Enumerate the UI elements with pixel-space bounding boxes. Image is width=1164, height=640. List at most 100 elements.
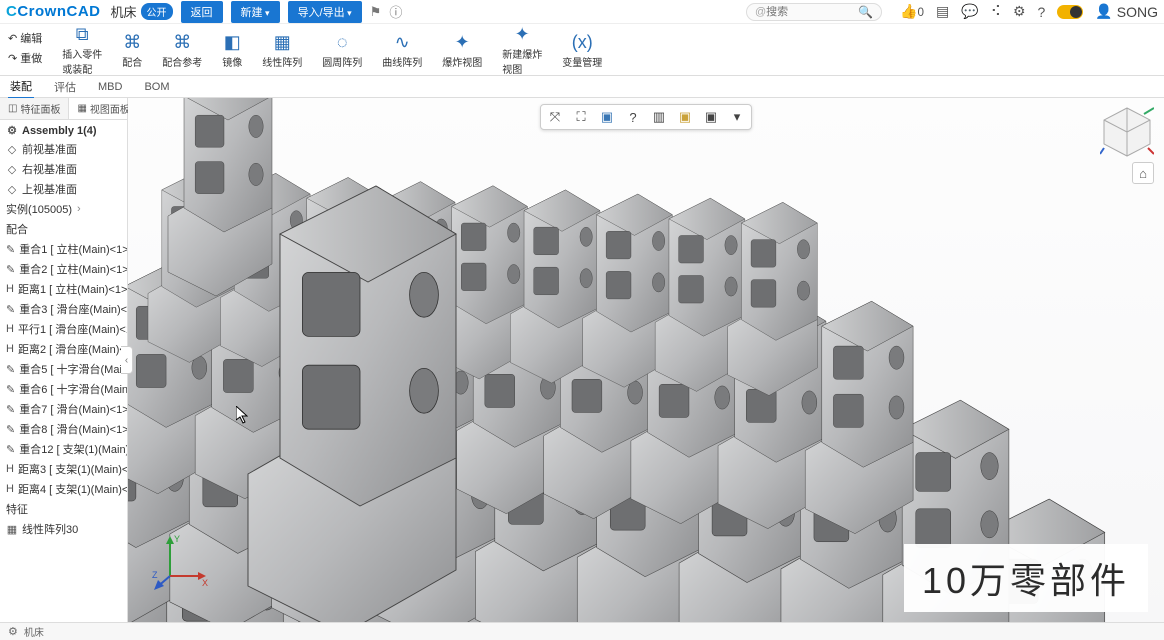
at-icon: @	[755, 6, 766, 18]
ribbon-cmd-1[interactable]: ⌘配合	[112, 26, 152, 74]
ribbon-cmd-6[interactable]: ∿曲线阵列	[372, 26, 432, 74]
viewport-3d[interactable]: ⤧⛶▣?▥▣▣▾ ⌂ Y X Z 10万零部件	[128, 98, 1164, 622]
ribbon-undo-redo: ↶编辑 ↷重做	[8, 26, 42, 66]
mate-icon: H	[6, 323, 14, 335]
viewbar-btn-5[interactable]: ▣	[675, 107, 695, 127]
ribbon-cmd-label: 线性阵列	[262, 54, 302, 69]
tree-mate[interactable]: H距离4 [ 支架(1)(Main)<...	[0, 479, 127, 499]
tree-mate[interactable]: ✎重合5 [ 十字滑台(Main)...	[0, 359, 127, 379]
import-export-button[interactable]: 导入/导出	[288, 1, 362, 23]
ribbon-cmd-icon: ⌘	[173, 32, 191, 53]
search-input[interactable]	[766, 6, 856, 18]
tree-mate[interactable]: H距离1 [ 立柱(Main)<1> ...	[0, 279, 127, 299]
mate-icon: ✎	[6, 443, 15, 456]
viewbar-btn-4[interactable]: ▥	[649, 107, 669, 127]
help-icon[interactable]: ?	[1038, 4, 1046, 20]
tree-root[interactable]: ⚙ Assembly 1(4)	[0, 122, 127, 139]
like-button[interactable]: 👍0	[900, 3, 924, 20]
tree-mate[interactable]: ✎重合2 [ 立柱(Main)<1> ...	[0, 259, 127, 279]
redo-cmd[interactable]: ↷重做	[8, 50, 42, 66]
ribbon-cmd-label: 变量管理	[562, 54, 602, 69]
ribbon-cmd-icon: ◌	[337, 32, 348, 53]
navigation-cube[interactable]	[1100, 104, 1154, 158]
ribbon-cmd-0[interactable]: ⧉插入零件或装配	[52, 26, 112, 74]
tree-mate[interactable]: H 平行1 [ 滑台座(Main)<1...	[0, 319, 127, 339]
plane-icon: ◇	[6, 183, 18, 196]
tree-mate[interactable]: ✎重合8 [ 滑台(Main)<1> ...	[0, 419, 127, 439]
ribbon-cmd-8[interactable]: ✦新建爆炸视图	[492, 26, 552, 74]
viewbar-btn-6[interactable]: ▣	[701, 107, 721, 127]
assembly-icon: ⚙	[6, 124, 18, 137]
viewbar-btn-3[interactable]: ?	[623, 107, 643, 127]
chevron-icon	[76, 203, 81, 215]
viewbar-btn-7[interactable]: ▾	[727, 107, 747, 127]
tree-mate[interactable]: ✎ 重合6 [ 十字滑台(Main)...	[0, 379, 127, 399]
edit-cmd[interactable]: ↶编辑	[8, 30, 42, 46]
viewbar-btn-2[interactable]: ▣	[597, 107, 617, 127]
ribbon-cmd-3[interactable]: ◧镜像	[212, 26, 252, 74]
tree-label: 实例(105005)	[6, 201, 72, 217]
tree-label: 平行1 [ 滑台座(Main)<1...	[18, 321, 127, 337]
tree-label: 重合2 [ 立柱(Main)<1> ...	[19, 261, 127, 277]
search-box[interactable]: @ 🔍	[746, 3, 882, 21]
tree-feature[interactable]: ▦线性阵列30	[0, 519, 127, 539]
tab-装配[interactable]: 装配	[8, 75, 34, 99]
tree-label: 重合5 [ 十字滑台(Main)...	[19, 361, 127, 377]
ribbon-cmd-label: 曲线阵列	[382, 54, 422, 69]
tab-MBD[interactable]: MBD	[96, 78, 124, 96]
ribbon-cmd-label: 插入零件或装配	[62, 46, 102, 76]
cursor-indicator	[236, 406, 248, 424]
tree-label: Assembly 1(4)	[22, 125, 97, 137]
tree-label: 重合6 [ 十字滑台(Main)...	[19, 381, 127, 397]
navigation-home[interactable]: ⌂	[1132, 162, 1154, 184]
view-tab-icon: ▦	[77, 103, 86, 114]
new-button[interactable]: 新建	[231, 1, 280, 23]
io-button-label: 导入/导出	[298, 7, 345, 19]
tree-plane[interactable]: ◇右视基准面	[0, 159, 127, 179]
user-menu[interactable]: 👤 SONG	[1095, 3, 1158, 20]
mate-icon: ✎	[6, 383, 15, 396]
comment-icon[interactable]: 💬	[961, 3, 978, 20]
ribbon-cmd-7[interactable]: ✦爆炸视图	[432, 26, 492, 74]
tree-mate[interactable]: H距离2 [ 滑台座(Main)<1...	[0, 339, 127, 359]
mate-icon: ✎	[6, 243, 15, 256]
ribbon-cmd-5[interactable]: ◌圆周阵列	[312, 26, 372, 74]
bookmark-icon[interactable]: ▤	[936, 3, 949, 20]
tree-mate[interactable]: ✎重合1 [ 立柱(Main)<1> ...	[0, 239, 127, 259]
theme-toggle[interactable]	[1057, 5, 1083, 19]
tree-mate[interactable]: ✎重合7 [ 滑台(Main)<1> ...	[0, 399, 127, 419]
user-icon: 👤	[1095, 3, 1112, 20]
menubar: CCrownCAD 机床 公开 返回 新建 导入/导出 ⚑ ⓘ @ 🔍 👍0 ▤…	[0, 0, 1164, 24]
tree-plane[interactable]: ◇上视基准面	[0, 179, 127, 199]
ribbon-cmd-4[interactable]: ▦线性阵列	[252, 26, 312, 74]
back-button[interactable]: 返回	[181, 1, 223, 23]
tree-mate[interactable]: ✎重合3 [ 滑台座(Main)<1...	[0, 299, 127, 319]
statusbar: ⚙ 机床	[0, 622, 1164, 640]
edit-cmd-label: 编辑	[20, 30, 42, 46]
ribbon-cmd-icon: ✦	[515, 24, 530, 45]
viewbar-btn-0[interactable]: ⤧	[545, 107, 565, 127]
tree-mate[interactable]: ✎ 重合12 [ 支架(1)(Main)...	[0, 439, 127, 459]
flag-icon[interactable]: ⚑	[370, 4, 382, 20]
tab-BOM[interactable]: BOM	[142, 78, 171, 96]
ribbon-cmd-9[interactable]: (x)变量管理	[552, 26, 612, 74]
tree-mates-header[interactable]: 配合	[0, 219, 127, 239]
search-icon[interactable]: 🔍	[858, 5, 873, 19]
tree-instances[interactable]: 实例(105005)	[0, 199, 127, 219]
tree-features-header[interactable]: 特征	[0, 499, 127, 519]
collapse-sidebar-handle[interactable]: ‹	[121, 346, 133, 374]
plane-icon: ◇	[6, 143, 18, 156]
viewbar-btn-1[interactable]: ⛶	[571, 107, 591, 127]
ribbon-cmd-2[interactable]: ⌘配合参考	[152, 26, 212, 74]
tree-mate[interactable]: H距离3 [ 支架(1)(Main)<...	[0, 459, 127, 479]
status-gear-icon[interactable]: ⚙	[8, 625, 18, 638]
settings-icon[interactable]: ⚙	[1013, 3, 1026, 20]
tree-label: 重合12 [ 支架(1)(Main)...	[19, 441, 127, 457]
user-name: SONG	[1117, 4, 1158, 20]
share-icon[interactable]: ⠪	[991, 3, 1001, 20]
tree-plane[interactable]: ◇前视基准面	[0, 139, 127, 159]
info-icon[interactable]: ⓘ	[389, 2, 402, 21]
view-toolbar: ⤧ ⛶ ▣? ▥ ▣ ▣ ▾	[540, 104, 752, 130]
tab-feature-panel[interactable]: ◫特征面板	[0, 98, 69, 119]
tab-评估[interactable]: 评估	[52, 76, 78, 98]
